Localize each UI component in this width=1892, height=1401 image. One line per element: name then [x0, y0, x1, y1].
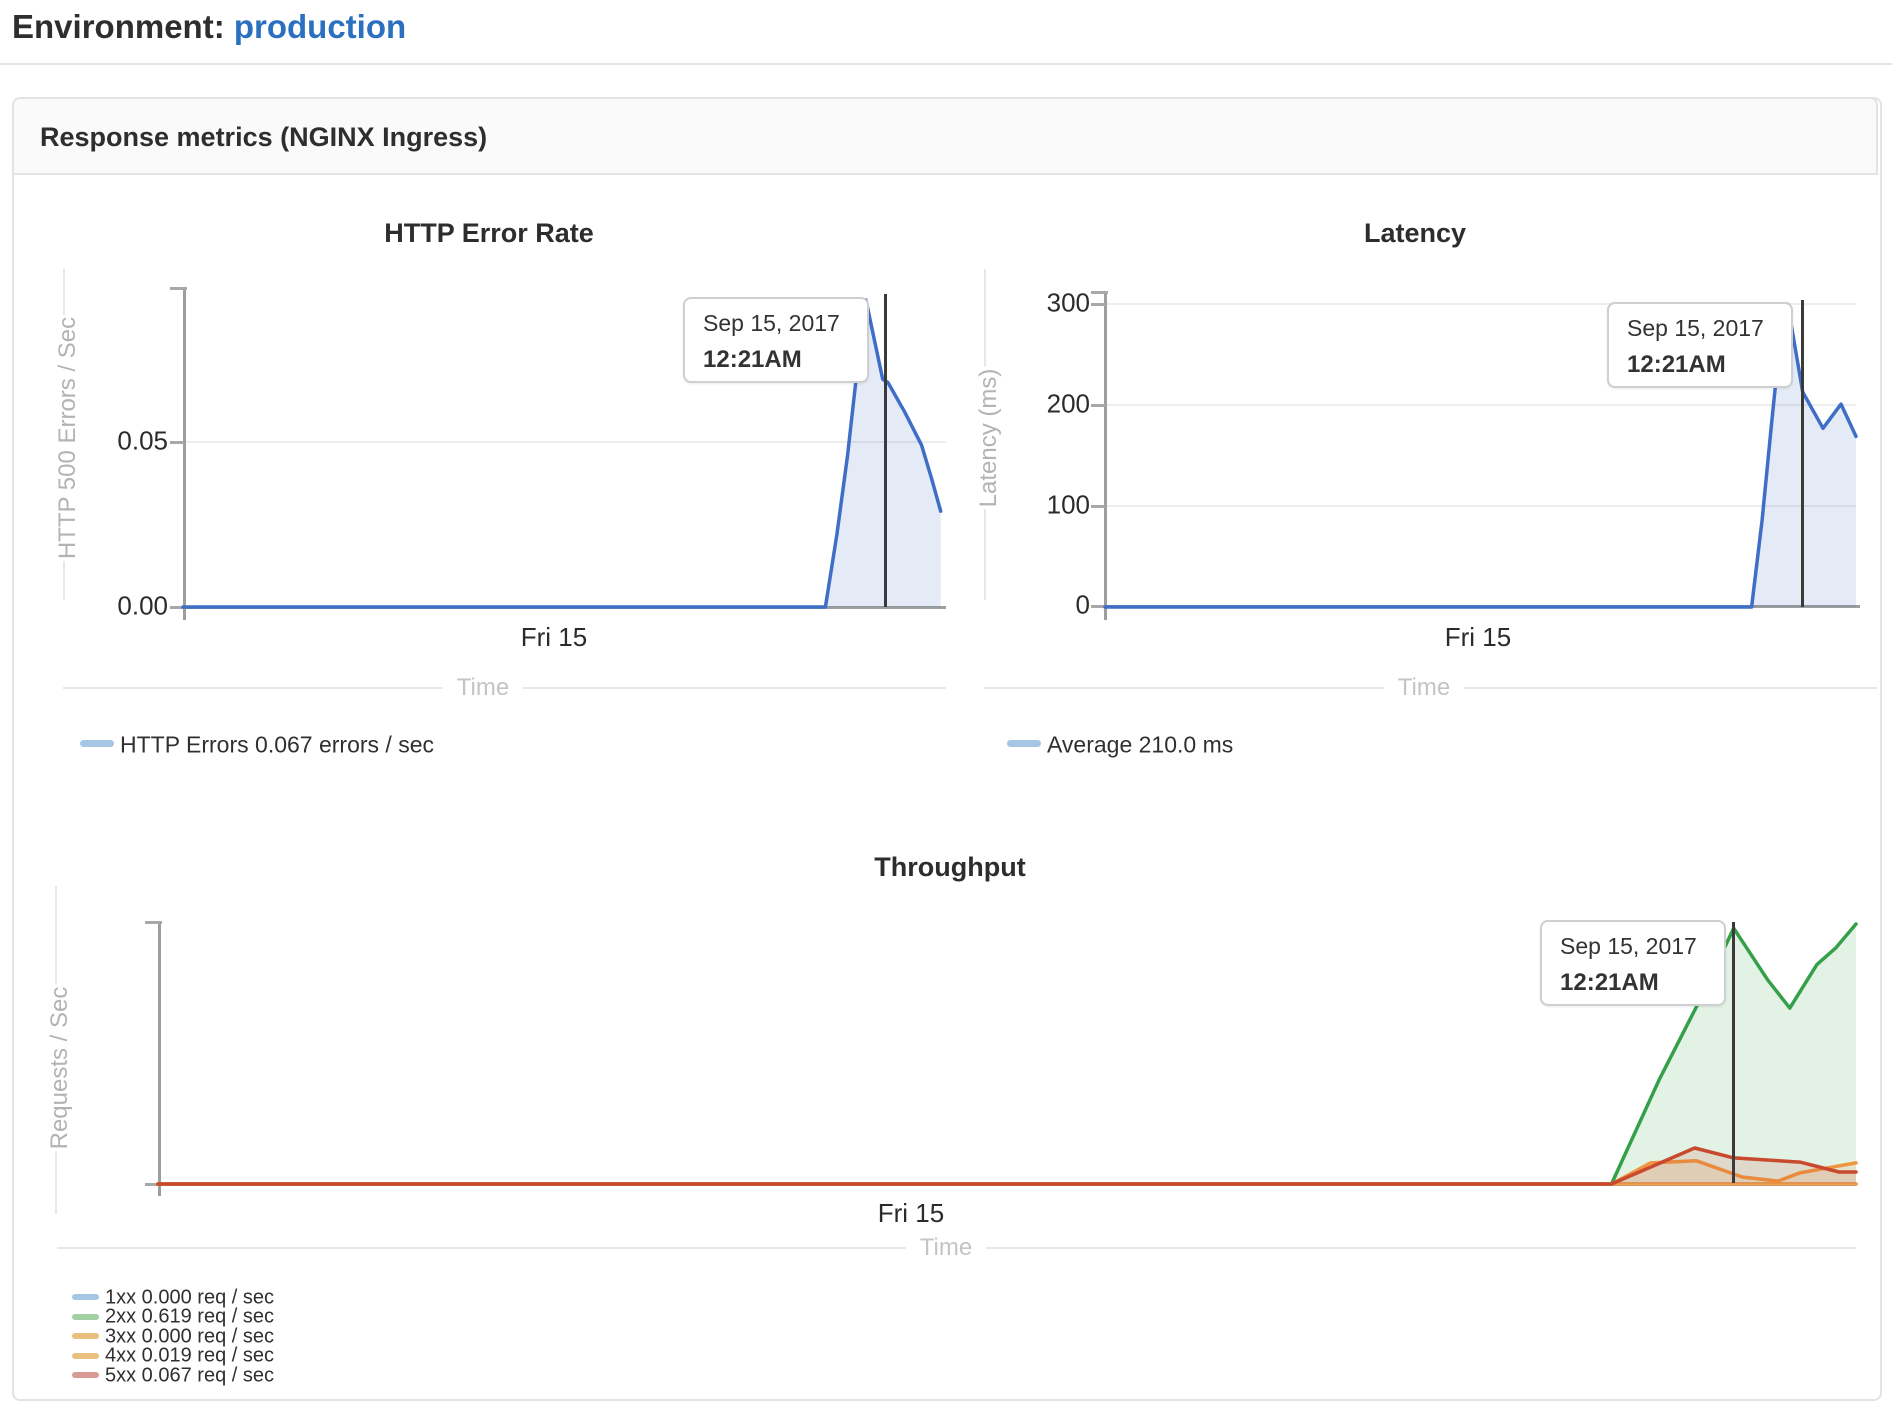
tooltip-time: 12:21AM	[1627, 351, 1726, 379]
tooltip-latency: Sep 15, 2017 12:21AM	[1607, 302, 1793, 388]
legend-label: Average 210.0 ms	[1047, 732, 1233, 759]
chart-title-latency: Latency	[1364, 218, 1466, 249]
y-tick-label: 0.05	[78, 426, 168, 457]
tick	[1091, 404, 1105, 407]
legend-label: HTTP Errors 0.067 errors / sec	[120, 732, 434, 759]
environment-link[interactable]: production	[234, 8, 406, 45]
x-axis-label-throughput: Time	[906, 1234, 986, 1262]
legend-swatch	[72, 1353, 99, 1359]
legend-swatch	[72, 1333, 99, 1339]
tooltip-date: Sep 15, 2017	[703, 310, 840, 337]
tooltip-date: Sep 15, 2017	[1627, 315, 1764, 342]
y-axis-label-throughput: Requests / Sec	[36, 985, 84, 1152]
tooltip-time: 12:21AM	[1560, 969, 1659, 997]
tick	[1091, 605, 1105, 608]
tooltip-date: Sep 15, 2017	[1560, 933, 1697, 960]
tooltip-error-rate: Sep 15, 2017 12:21AM	[683, 297, 869, 383]
legend-swatch	[72, 1372, 99, 1378]
environment-header: Environment: production	[12, 8, 406, 46]
y-tick-label: 100	[1000, 490, 1090, 521]
x-tick-label: Fri 15	[878, 1198, 944, 1229]
y-tick-label: 0	[1000, 590, 1090, 621]
crosshair	[884, 294, 887, 607]
legend-label: 5xx 0.067 req / sec	[105, 1365, 274, 1388]
crosshair	[1732, 922, 1735, 1183]
x-tick-label: Fri 15	[521, 622, 587, 653]
y-tick-label: 200	[1000, 389, 1090, 420]
chart-title-throughput: Throughput	[874, 852, 1025, 883]
legend-swatch	[80, 740, 114, 747]
legend-swatch	[72, 1314, 99, 1320]
panel-title: Response metrics (NGINX Ingress)	[40, 122, 487, 153]
x-axis-label-error-rate: Time	[443, 674, 523, 702]
tick	[1091, 303, 1105, 306]
crosshair	[1801, 300, 1804, 607]
tick	[1091, 505, 1105, 508]
legend-swatch	[1007, 740, 1041, 747]
environment-label: Environment:	[12, 8, 225, 45]
y-tick-label: 0.00	[78, 591, 168, 622]
tick	[170, 441, 184, 444]
x-tick-label: Fri 15	[1445, 622, 1511, 653]
legend-swatch	[72, 1294, 99, 1300]
chart-title-error-rate: HTTP Error Rate	[384, 218, 594, 249]
tooltip-time: 12:21AM	[703, 346, 802, 374]
y-tick-label: 300	[1000, 288, 1090, 319]
x-axis-label-latency: Time	[1384, 674, 1464, 702]
tooltip-throughput: Sep 15, 2017 12:21AM	[1540, 920, 1726, 1006]
header-divider	[0, 63, 1892, 65]
